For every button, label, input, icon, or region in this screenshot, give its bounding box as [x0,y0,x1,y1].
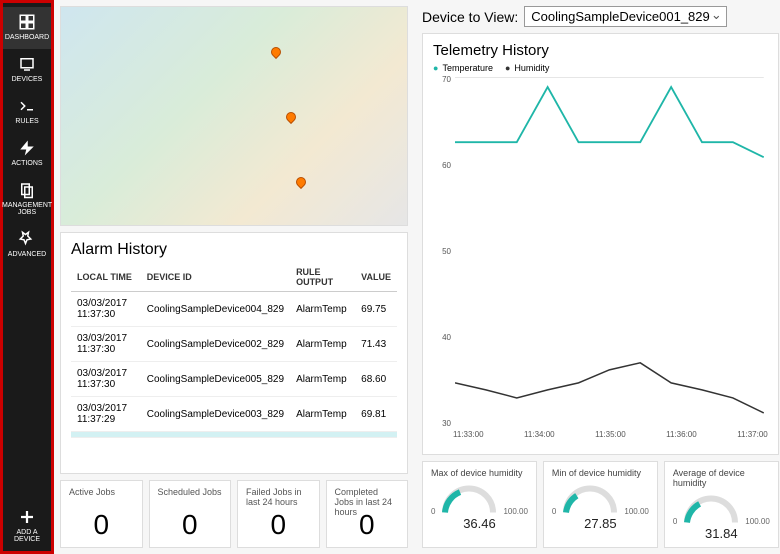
gauge-min-humidity[interactable]: Min of device humidity 0 100.00 27.85 [543,461,658,548]
chart-plot [455,77,764,428]
job-card-scheduled[interactable]: Scheduled Jobs0 [149,480,232,548]
dashboard-icon [18,13,36,31]
telemetry-chart-panel: Telemetry History Temperature Humidity 7… [422,33,779,455]
x-axis: 11:33:00 11:34:00 11:35:00 11:36:00 11:3… [453,430,768,446]
sidebar-label: DEVICES [12,76,43,83]
sidebar-label: MANAGEMENT JOBS [2,202,52,216]
table-row[interactable]: 03/03/2017 11:37:30CoolingSampleDevice00… [71,362,397,397]
job-card-failed[interactable]: Failed Jobs in last 24 hours0 [237,480,320,548]
device-select-label: Device to View: [422,9,518,25]
sidebar-item-add-device[interactable]: ADD A DEVICE [3,502,51,551]
sidebar-item-dashboard[interactable]: DASHBOARD [3,7,51,49]
jobs-row: Active Jobs0 Scheduled Jobs0 Failed Jobs… [60,480,408,548]
map-background [61,7,407,225]
table-row[interactable]: 03/03/2017 11:37:30CoolingSampleDevice00… [71,292,397,327]
actions-icon [18,139,36,157]
sidebar-label: DASHBOARD [5,34,49,41]
col-rule[interactable]: RULE OUTPUT [290,263,355,292]
gauge-icon [681,492,741,526]
sidebar-item-rules[interactable]: RULES [3,91,51,133]
alarm-history-panel: Alarm History LOCAL TIME DEVICE ID RULE … [60,232,408,474]
chart-title: Telemetry History [433,42,768,59]
legend-humidity[interactable]: Humidity [505,63,549,73]
table-row[interactable]: 03/03/2017 11:37:29CoolingSampleDevice00… [71,397,397,432]
col-time[interactable]: LOCAL TIME [71,263,141,292]
chart-legend: Temperature Humidity [433,63,768,73]
jobs-icon [18,181,36,199]
sidebar-item-advanced[interactable]: ADVANCED [3,224,51,266]
y-axis: 70 60 50 40 30 [433,75,451,428]
table-row[interactable]: 03/03/2017 11:37:30CoolingSampleDevice00… [71,327,397,362]
sidebar: DASHBOARD DEVICES RULES ACTIONS MANAGEME… [0,0,54,554]
gauge-max-humidity[interactable]: Max of device humidity 0 100.00 36.46 [422,461,537,548]
chart-area[interactable]: 70 60 50 40 30 11:33:00 [433,75,768,446]
gauge-icon [560,482,620,516]
alarm-table: LOCAL TIME DEVICE ID RULE OUTPUT VALUE 0… [71,263,397,438]
sidebar-item-jobs[interactable]: MANAGEMENT JOBS [3,175,51,224]
col-device[interactable]: DEVICE ID [141,263,290,292]
sidebar-item-devices[interactable]: DEVICES [3,49,51,91]
sidebar-item-actions[interactable]: ACTIONS [3,133,51,175]
job-card-completed[interactable]: Completed Jobs in last 24 hours0 [326,480,409,548]
devices-icon [18,55,36,73]
device-select-row: Device to View: CoolingSampleDevice001_8… [422,6,779,27]
map-panel[interactable] [60,6,408,226]
gauges-row: Max of device humidity 0 100.00 36.46 Mi… [422,461,779,548]
job-card-active[interactable]: Active Jobs0 [60,480,143,548]
table-row[interactable] [71,432,397,438]
gauge-avg-humidity[interactable]: Average of device humidity 0 100.00 31.8… [664,461,779,548]
rules-icon [18,97,36,115]
col-value[interactable]: VALUE [355,263,397,292]
advanced-icon [18,230,36,248]
main-content: Alarm History LOCAL TIME DEVICE ID RULE … [54,0,780,554]
legend-temperature[interactable]: Temperature [433,63,493,73]
plus-icon [18,508,36,526]
sidebar-label: ACTIONS [11,160,42,167]
device-select-dropdown[interactable]: CoolingSampleDevice001_829 [524,6,727,27]
gauge-icon [439,482,499,516]
alarm-history-title: Alarm History [71,241,397,259]
sidebar-label: RULES [15,118,38,125]
sidebar-label: ADVANCED [8,251,46,258]
sidebar-label: ADD A DEVICE [3,529,51,543]
